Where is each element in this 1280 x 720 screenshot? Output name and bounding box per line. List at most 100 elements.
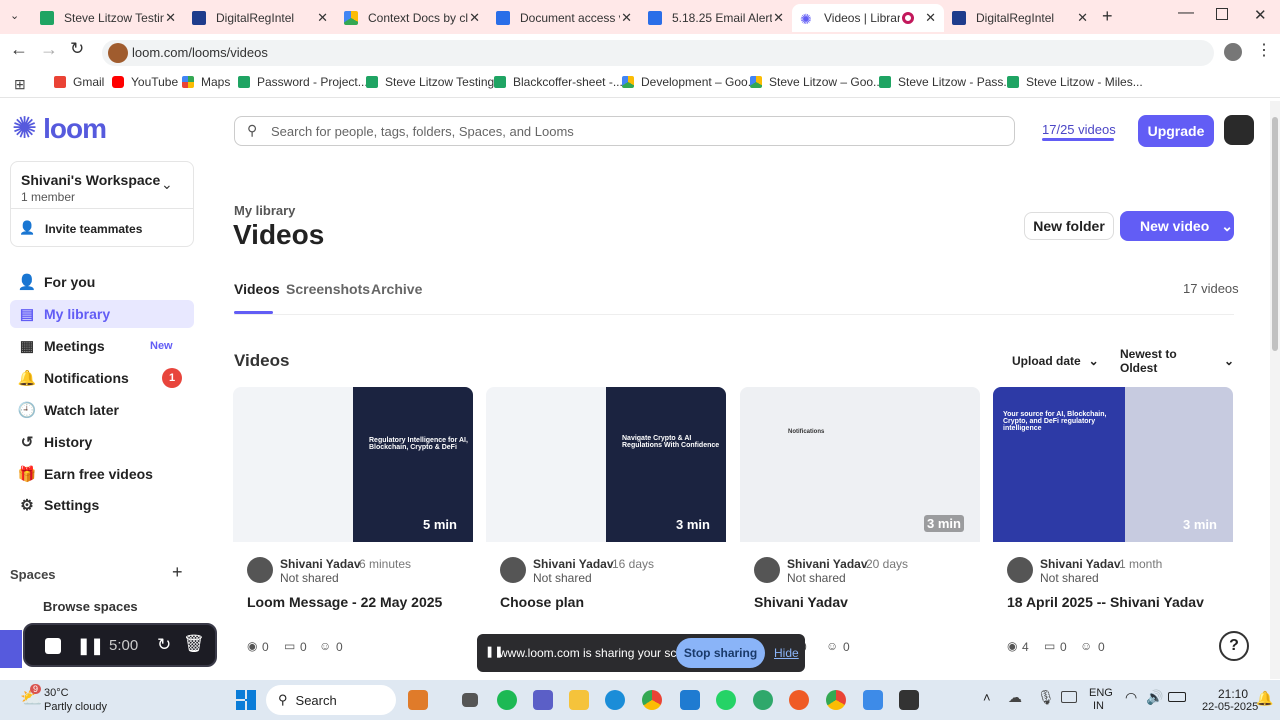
task-view-icon[interactable] [462, 693, 478, 707]
notifications-icon[interactable]: 🔔 [1256, 690, 1273, 707]
new-folder-button[interactable]: New folder [1024, 212, 1114, 240]
invite-teammates-link[interactable]: Invite teammates [45, 222, 142, 236]
browser-tab[interactable]: DigitalRegIntel ✕ [944, 4, 1096, 32]
terminal-icon[interactable] [899, 690, 919, 710]
bookmark-item[interactable]: Steve Litzow - Miles... [1007, 75, 1143, 89]
close-tab-icon[interactable]: ✕ [1077, 10, 1088, 26]
browser-tab[interactable]: 5.18.25 Email Alert O✕ [640, 4, 792, 32]
nav-my-library[interactable]: ▤ My library [10, 300, 194, 328]
upgrade-button[interactable]: Upgrade [1138, 115, 1214, 147]
add-space-icon[interactable]: + [172, 562, 183, 583]
widgets-app-icon[interactable] [408, 690, 428, 710]
onedrive-icon[interactable]: ☁ [1008, 689, 1022, 706]
display-icon[interactable] [1061, 691, 1077, 703]
restart-icon[interactable]: ↻ [157, 635, 171, 655]
nav-watch-later[interactable]: 🕘 Watch later [18, 396, 194, 424]
workspace-switcher[interactable]: Shivani's Workspace 1 member ⌄ 👤 Invite … [10, 161, 194, 247]
tab-archive[interactable]: Archive [371, 281, 422, 297]
postman-icon[interactable] [789, 690, 809, 710]
clock-app-icon[interactable] [753, 690, 773, 710]
loom-logo[interactable]: ✺ loom [12, 113, 107, 145]
help-button[interactable]: ? [1219, 631, 1249, 661]
sort-by-dropdown[interactable]: Upload date ⌄ [1002, 349, 1100, 373]
bookmark-item[interactable]: Steve Litzow - Pass... [879, 75, 1013, 89]
scrollbar-thumb[interactable] [1272, 117, 1278, 351]
pause-icon[interactable]: ❚❚ [77, 636, 104, 656]
share-status[interactable]: Not shared [787, 571, 846, 585]
browser-tab-active[interactable]: ✺Videos | Library |✕ [792, 4, 944, 32]
bookmark-item[interactable]: Steve Litzow – Goo... [750, 75, 883, 89]
browser-tab[interactable]: Context Docs by clie ✕ [336, 4, 488, 32]
nav-for-you[interactable]: 👤 For you [18, 268, 194, 296]
nav-meetings[interactable]: ▦ Meetings New [18, 332, 194, 360]
apps-grid-icon[interactable]: ⊞ [14, 76, 26, 93]
volume-icon[interactable]: 🔊 [1146, 689, 1163, 706]
bookmark-item[interactable]: Maps [182, 75, 230, 89]
spotify-icon[interactable] [497, 690, 517, 710]
url-field[interactable]: loom.com/looms/videos [102, 40, 1214, 66]
stop-recording-button[interactable] [45, 638, 61, 654]
tray-chevron-icon[interactable]: ˄ [983, 690, 991, 705]
nav-notifications[interactable]: 🔔 Notifications 1 [18, 364, 194, 392]
tab-search-icon[interactable]: ⌄ [10, 9, 19, 22]
share-status[interactable]: Not shared [280, 571, 339, 585]
nav-history[interactable]: ↺ History [18, 428, 194, 456]
tab-videos[interactable]: Videos [234, 281, 280, 297]
video-title[interactable]: Loom Message - 22 May 2025 [247, 594, 442, 610]
minimize-icon[interactable]: — [1178, 4, 1194, 22]
video-thumbnail[interactable]: Regulatory Intelligence for AI, Blockcha… [233, 387, 473, 542]
vscode-icon[interactable] [680, 690, 700, 710]
site-info-icon[interactable] [108, 43, 128, 63]
close-tab-icon[interactable]: ✕ [165, 10, 176, 26]
user-avatar[interactable] [1224, 115, 1254, 145]
browse-spaces-link[interactable]: Browse spaces [43, 599, 138, 614]
close-tab-icon[interactable]: ✕ [317, 10, 328, 26]
bookmark-item[interactable]: Password - Project... [238, 75, 368, 89]
search-bar[interactable]: ⚲ Search for people, tags, folders, Spac… [234, 116, 1015, 146]
video-thumbnail[interactable]: Navigate Crypto & AI Regulations With Co… [486, 387, 726, 542]
video-thumbnail[interactable]: Notifications 3 min [740, 387, 980, 542]
share-status[interactable]: Not shared [1040, 571, 1099, 585]
back-icon[interactable]: ← [10, 39, 28, 60]
edge-icon[interactable] [605, 690, 625, 710]
browser-tab[interactable]: DigitalRegIntel ✕ [184, 4, 336, 32]
stop-sharing-button[interactable]: Stop sharing [676, 638, 765, 668]
new-video-button[interactable]: New video ⌄ [1120, 211, 1234, 241]
video-title[interactable]: Shivani Yadav [754, 594, 848, 610]
bookmark-item[interactable]: Steve Litzow Testing... [366, 75, 504, 89]
windows-start-icon[interactable] [236, 690, 256, 710]
nav-earn-free-videos[interactable]: 🎁 Earn free videos [18, 460, 194, 488]
teams-icon[interactable] [533, 690, 553, 710]
battery-icon[interactable] [1168, 692, 1186, 702]
sort-order-dropdown[interactable]: Newest to Oldest ⌄ [1110, 347, 1234, 375]
trash-icon[interactable]: 🗑 [183, 634, 205, 654]
nav-settings[interactable]: ⚙ Settings [18, 491, 194, 519]
browser-tab[interactable]: Document access via✕ [488, 4, 640, 32]
close-tab-icon[interactable]: ✕ [469, 10, 480, 26]
chrome-icon[interactable] [642, 690, 662, 710]
browser-tab[interactable]: Steve Litzow Testing ✕ [32, 4, 184, 32]
hide-banner-link[interactable]: Hide [774, 646, 799, 660]
profile-avatar[interactable] [1224, 43, 1242, 61]
bookmark-item[interactable]: YouTube [112, 75, 178, 89]
bookmark-item[interactable]: Development – Goo... [622, 75, 758, 89]
video-thumbnail[interactable]: Your source for AI, Blockchain, Crypto, … [993, 387, 1233, 542]
maximize-icon[interactable] [1216, 8, 1228, 20]
breadcrumb[interactable]: My library [234, 203, 295, 218]
video-title[interactable]: Choose plan [500, 594, 584, 610]
close-tab-icon[interactable]: ✕ [621, 10, 632, 26]
share-status[interactable]: Not shared [533, 571, 592, 585]
scrollbar[interactable] [1270, 101, 1280, 679]
close-window-icon[interactable]: ✕ [1254, 6, 1267, 24]
wifi-icon[interactable]: ◠ [1125, 689, 1137, 706]
close-tab-icon[interactable]: ✕ [773, 10, 784, 26]
file-explorer-icon[interactable] [569, 690, 589, 710]
new-tab-icon[interactable]: + [1102, 6, 1113, 27]
microphone-icon[interactable]: 🎙 [1037, 689, 1055, 706]
reload-icon[interactable]: ↻ [70, 39, 84, 59]
browser-menu-icon[interactable]: ⋮ [1256, 40, 1272, 60]
taskbar-search[interactable]: ⚲ Search [266, 685, 396, 715]
video-quota[interactable]: 17/25 videos [1042, 122, 1116, 137]
notepad-icon[interactable] [863, 690, 883, 710]
chrome-profile-icon[interactable] [826, 690, 846, 710]
